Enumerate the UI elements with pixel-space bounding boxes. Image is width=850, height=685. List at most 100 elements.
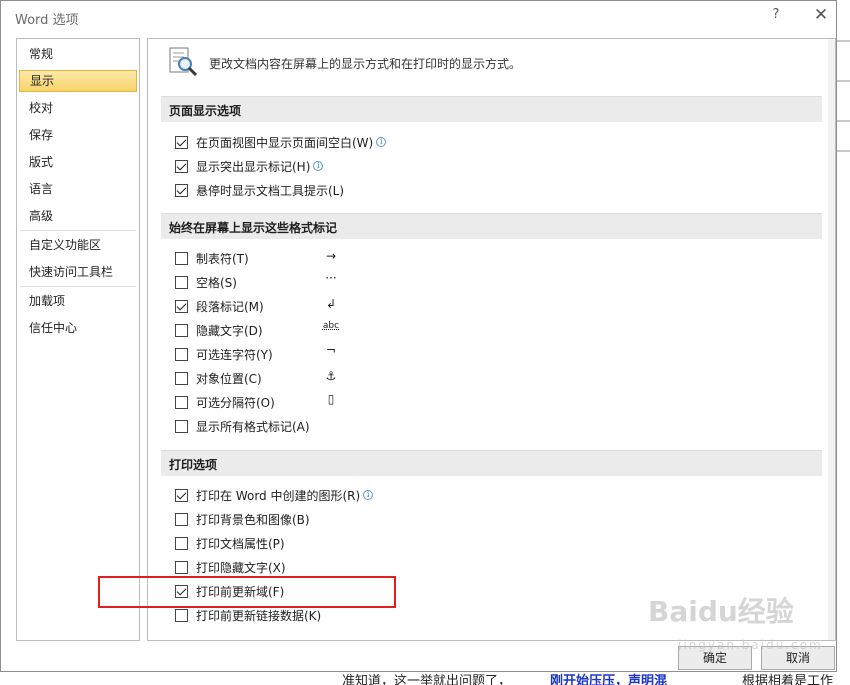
nav-divider: [20, 230, 136, 231]
option-hidden-text[interactable]: 隐藏文字(D): [175, 321, 263, 339]
option-label: 打印隐藏文字(X): [196, 560, 286, 575]
panel-scrollbar[interactable]: [828, 39, 835, 640]
checkbox[interactable]: [175, 299, 188, 313]
option-tab-characters[interactable]: 制表符(T): [175, 249, 249, 267]
tab-mark-icon: →: [325, 249, 337, 263]
checkbox[interactable]: [175, 275, 188, 289]
option-print-drawings[interactable]: 打印在 Word 中创建的图形(R) i: [175, 486, 374, 504]
checkbox[interactable]: [175, 512, 188, 526]
nav-item-general[interactable]: 常规: [19, 43, 137, 65]
dialog-title: Word 选项: [15, 13, 79, 28]
option-print-properties[interactable]: 打印文档属性(P): [175, 534, 285, 552]
option-label: 打印前更新链接数据(K): [196, 608, 322, 623]
checkbox[interactable]: [175, 395, 188, 409]
info-icon[interactable]: i: [313, 161, 324, 171]
display-options-panel: 更改文档内容在屏幕上的显示方式和在打印时的显示方式。 页面显示选项 在页面视图中…: [147, 38, 836, 641]
nav-item-customize-ribbon[interactable]: 自定义功能区: [19, 234, 137, 256]
option-label: 打印文档属性(P): [196, 536, 285, 551]
nav-item-language[interactable]: 语言: [19, 178, 137, 200]
option-update-linked-data[interactable]: 打印前更新链接数据(K): [175, 606, 321, 624]
checkbox[interactable]: [175, 488, 188, 502]
option-show-highlighter[interactable]: 显示突出显示标记(H) i: [175, 157, 324, 175]
option-label: 悬停时显示文档工具提示(L): [196, 183, 345, 198]
checkbox[interactable]: [175, 251, 188, 265]
nav-item-typography[interactable]: 版式: [19, 151, 137, 173]
optional-hyphen-icon: ¬: [325, 343, 337, 357]
nav-divider: [20, 286, 136, 287]
close-button[interactable]: ✕: [811, 5, 831, 25]
info-icon[interactable]: i: [363, 490, 374, 500]
background-line: [836, 150, 850, 152]
option-show-all-marks[interactable]: 显示所有格式标记(A): [175, 417, 310, 435]
option-label: 在页面视图中显示页面间空白(W): [196, 135, 374, 150]
nav-item-add-ins[interactable]: 加载项: [19, 290, 137, 312]
watermark-logo: Baidu经验: [648, 595, 794, 628]
checkbox[interactable]: [175, 159, 188, 173]
info-icon[interactable]: i: [376, 137, 387, 147]
option-optional-breaks[interactable]: 可选分隔符(O): [175, 393, 275, 411]
option-print-hidden-text[interactable]: 打印隐藏文字(X): [175, 558, 286, 576]
word-options-dialog: Word 选项 ? ✕ 常规 显示 校对 保存 版式 语言 高级 自定义功能区 …: [0, 0, 837, 672]
background-text: 根据相着是工作: [742, 674, 834, 685]
option-print-background[interactable]: 打印背景色和图像(B): [175, 510, 310, 528]
help-button[interactable]: ?: [767, 7, 785, 25]
checkbox[interactable]: [175, 323, 188, 337]
space-mark-icon: ···: [325, 271, 337, 285]
option-object-anchors[interactable]: 对象位置(C): [175, 369, 262, 387]
section-page-display: 页面显示选项: [161, 96, 822, 122]
nav-item-display[interactable]: 显示: [19, 70, 137, 92]
background-text-link: 刚开始压压，声明混: [550, 674, 668, 685]
option-label: 可选分隔符(O): [196, 395, 275, 410]
background-document-bottom: 准知道，这一举就出问题了， 刚开始压压，声明混 根据相着是工作: [0, 672, 850, 685]
background-line: [836, 120, 850, 122]
section-title: 打印选项: [169, 458, 218, 472]
option-label: 打印在 Word 中创建的图形(R): [196, 488, 361, 503]
section-title: 页面显示选项: [169, 104, 242, 118]
hidden-text-mark-icon: abc: [322, 321, 340, 331]
background-text: 准知道，这一举就出问题了，: [342, 674, 512, 685]
section-formatting-marks: 始终在屏幕上显示这些格式标记: [161, 213, 822, 239]
optional-break-icon: ▯: [327, 392, 335, 406]
checkbox[interactable]: [175, 183, 188, 197]
checkbox[interactable]: [175, 536, 188, 550]
option-label: 制表符(T): [196, 251, 249, 266]
title-bar: Word 选项 ? ✕: [1, 1, 836, 32]
panel-description: 更改文档内容在屏幕上的显示方式和在打印时的显示方式。: [209, 57, 522, 71]
nav-item-advanced[interactable]: 高级: [19, 205, 137, 227]
option-label: 隐藏文字(D): [196, 323, 263, 338]
option-label: 打印背景色和图像(B): [196, 512, 310, 527]
checkbox[interactable]: [175, 347, 188, 361]
option-label: 显示突出显示标记(H): [196, 159, 311, 174]
checkbox[interactable]: [175, 608, 188, 622]
option-spaces[interactable]: 空格(S): [175, 273, 237, 291]
watermark-url: jingyan.baidu.com: [678, 638, 823, 652]
checkbox[interactable]: [175, 419, 188, 433]
baidu-watermark: Baidu经验 jingyan.baidu.com: [648, 590, 821, 660]
nav-item-proofing[interactable]: 校对: [19, 97, 137, 119]
document-magnifier-icon: [169, 47, 198, 77]
option-paragraph-marks[interactable]: 段落标记(M): [175, 297, 264, 315]
option-label: 段落标记(M): [196, 299, 264, 314]
section-printing: 打印选项: [161, 450, 822, 476]
option-label: 对象位置(C): [196, 371, 262, 386]
options-nav: 常规 显示 校对 保存 版式 语言 高级 自定义功能区 快速访问工具栏 加载项 …: [16, 38, 140, 641]
paragraph-mark-icon: ↲: [325, 297, 337, 311]
nav-item-trust-center[interactable]: 信任中心: [19, 317, 137, 339]
option-show-tooltips[interactable]: 悬停时显示文档工具提示(L): [175, 181, 344, 199]
nav-item-quick-access-toolbar[interactable]: 快速访问工具栏: [19, 261, 137, 283]
section-title: 始终在屏幕上显示这些格式标记: [169, 221, 338, 235]
nav-item-save[interactable]: 保存: [19, 124, 137, 146]
highlight-annotation-box: [98, 576, 396, 608]
option-label: 显示所有格式标记(A): [196, 419, 310, 434]
checkbox[interactable]: [175, 135, 188, 149]
anchor-icon: ⚓: [325, 369, 337, 383]
option-show-whitespace[interactable]: 在页面视图中显示页面间空白(W) i: [175, 133, 387, 151]
checkbox[interactable]: [175, 371, 188, 385]
option-label: 空格(S): [196, 275, 237, 290]
option-label: 可选连字符(Y): [196, 347, 273, 362]
checkbox[interactable]: [175, 560, 188, 574]
background-line: [836, 80, 850, 82]
background-document: [836, 0, 850, 685]
background-line: [836, 40, 850, 42]
option-optional-hyphens[interactable]: 可选连字符(Y): [175, 345, 273, 363]
